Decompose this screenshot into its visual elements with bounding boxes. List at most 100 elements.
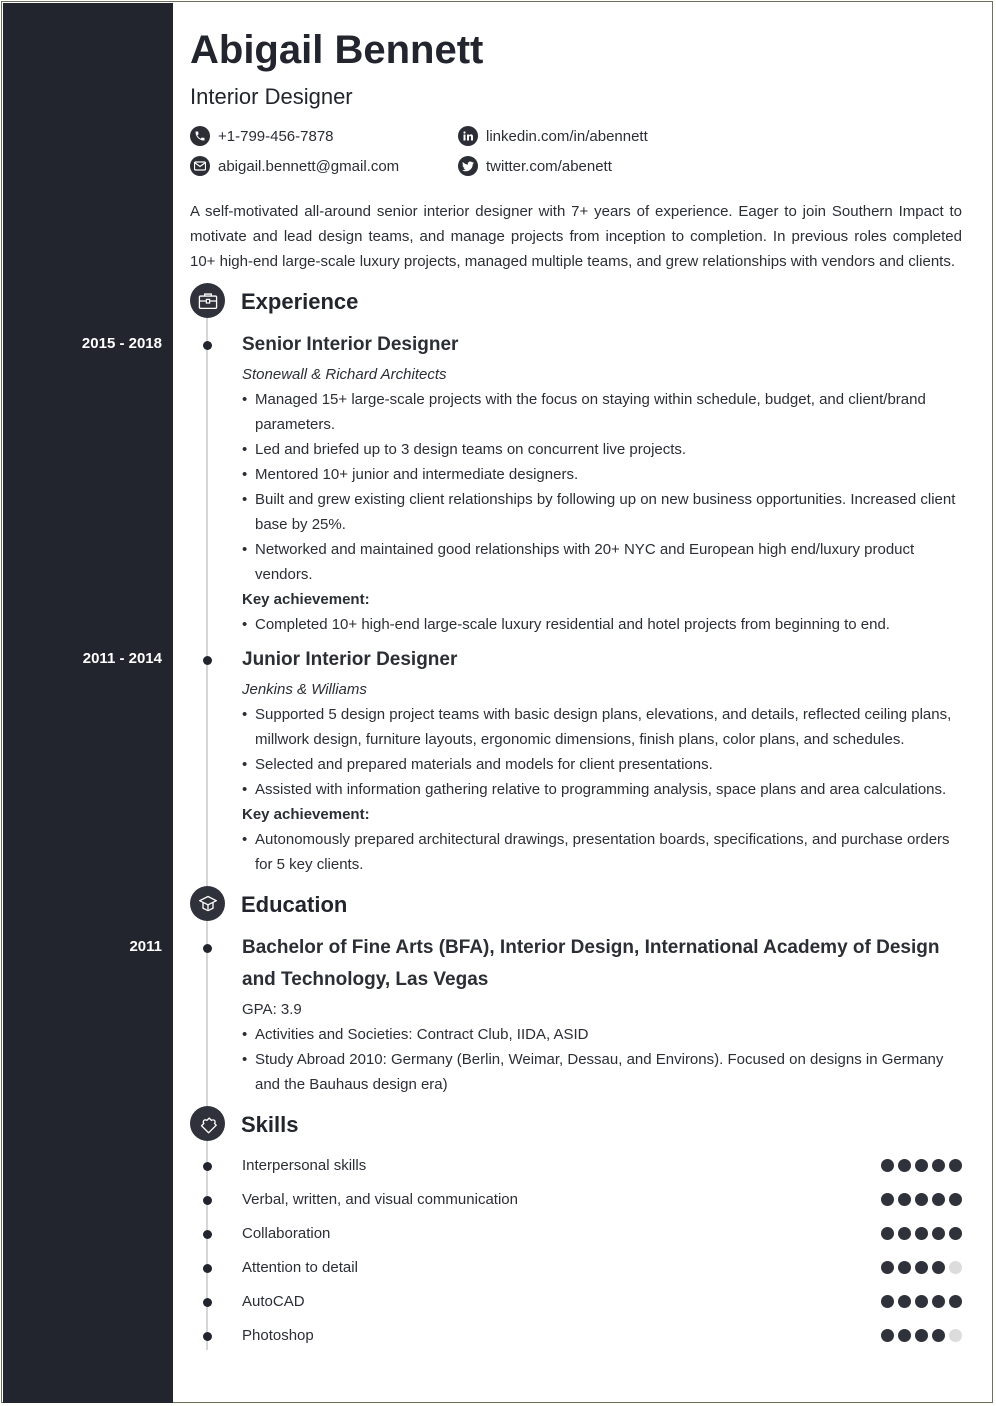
list-item: Networked and maintained good relationsh… xyxy=(242,537,962,587)
gpa: GPA: 3.9 xyxy=(242,1001,302,1018)
rating-dot-filled xyxy=(881,1159,894,1172)
rating-dot-filled xyxy=(898,1295,911,1308)
skill-rating xyxy=(881,1329,962,1342)
contact-linkedin: linkedin.com/in/abennett xyxy=(458,126,648,146)
job-title: Junior Interior Designer xyxy=(242,649,458,670)
skill-rating xyxy=(881,1159,962,1172)
rating-dot-filled xyxy=(932,1329,945,1342)
twitter-link[interactable]: twitter.com/abenett xyxy=(486,158,612,175)
rating-dot-filled xyxy=(915,1295,928,1308)
job-dates: 2011 - 2014 xyxy=(82,650,162,667)
graduation-cap-icon xyxy=(190,886,225,921)
skill-name: Photoshop xyxy=(242,1327,314,1344)
timeline-dot xyxy=(203,944,212,953)
timeline-dot xyxy=(203,1196,212,1205)
rating-dot-filled xyxy=(881,1261,894,1274)
sidebar xyxy=(3,3,173,1403)
rating-dot-filled xyxy=(915,1159,928,1172)
rating-dot-filled xyxy=(915,1329,928,1342)
list-item: Managed 15+ large-scale projects with th… xyxy=(242,387,962,437)
job-title: Senior Interior Designer xyxy=(242,334,459,355)
briefcase-icon xyxy=(190,283,225,318)
email-link[interactable]: abigail.bennett@gmail.com xyxy=(218,158,399,175)
list-item: Mentored 10+ junior and intermediate des… xyxy=(242,462,962,487)
phone-text[interactable]: +1-799-456-7878 xyxy=(218,128,334,145)
timeline-dot xyxy=(203,1162,212,1171)
skill-name: Collaboration xyxy=(242,1225,331,1242)
rating-dot-filled xyxy=(881,1227,894,1240)
timeline-line xyxy=(206,300,208,1350)
rating-dot-empty xyxy=(949,1261,962,1274)
list-item: Selected and prepared materials and mode… xyxy=(242,752,962,777)
contact-phone: +1-799-456-7878 xyxy=(190,126,334,146)
job-title-heading: Interior Designer xyxy=(190,84,353,109)
email-icon xyxy=(190,156,210,176)
list-item: Completed 10+ high-end large-scale luxur… xyxy=(242,612,962,637)
degree-title: Bachelor of Fine Arts (BFA), Interior De… xyxy=(242,937,940,990)
list-item: Study Abroad 2010: Germany (Berlin, Weim… xyxy=(242,1047,962,1097)
rating-dot-filled xyxy=(932,1193,945,1206)
list-item: Built and grew existing client relations… xyxy=(242,487,962,537)
rating-dot-filled xyxy=(915,1227,928,1240)
rating-dot-filled xyxy=(898,1193,911,1206)
timeline-dot xyxy=(203,1264,212,1273)
job-bullets: Managed 15+ large-scale projects with th… xyxy=(242,387,962,587)
key-achievement-bullets: Autonomously prepared architectural draw… xyxy=(242,827,962,877)
rating-dot-filled xyxy=(932,1295,945,1308)
skill-name: Verbal, written, and visual communicatio… xyxy=(242,1191,518,1208)
timeline-dot xyxy=(203,1332,212,1341)
list-item: Activities and Societies: Contract Club,… xyxy=(242,1022,962,1047)
skill-rating xyxy=(881,1261,962,1274)
timeline-dot xyxy=(203,1230,212,1239)
summary-paragraph: A self-motivated all-around senior inter… xyxy=(190,203,962,270)
rating-dot-filled xyxy=(932,1261,945,1274)
section-title-education: Education xyxy=(241,892,348,917)
company-name: Stonewall & Richard Architects xyxy=(242,366,447,383)
linkedin-icon xyxy=(458,126,478,146)
rating-dot-filled xyxy=(949,1227,962,1240)
education-bullets: Activities and Societies: Contract Club,… xyxy=(242,1022,962,1097)
skill-rating xyxy=(881,1227,962,1240)
list-item: Autonomously prepared architectural draw… xyxy=(242,827,962,877)
rating-dot-filled xyxy=(932,1159,945,1172)
timeline-dot xyxy=(203,1298,212,1307)
rating-dot-filled xyxy=(898,1159,911,1172)
key-achievement-label: Key achievement: xyxy=(242,806,370,823)
timeline-dot xyxy=(203,656,212,665)
skill-name: Interpersonal skills xyxy=(242,1157,367,1174)
section-title-experience: Experience xyxy=(241,289,359,314)
skill-rating xyxy=(881,1295,962,1308)
list-item: Assisted with information gathering rela… xyxy=(242,777,962,802)
rating-dot-empty xyxy=(949,1329,962,1342)
phone-icon xyxy=(190,126,210,146)
job-bullets: Supported 5 design project teams with ba… xyxy=(242,702,962,802)
rating-dot-filled xyxy=(898,1329,911,1342)
linkedin-link[interactable]: linkedin.com/in/abennett xyxy=(486,128,648,145)
rating-dot-filled xyxy=(949,1159,962,1172)
section-title-skills: Skills xyxy=(241,1112,299,1137)
rating-dot-filled xyxy=(898,1227,911,1240)
company-name: Jenkins & Williams xyxy=(242,681,367,698)
puzzle-piece-icon xyxy=(190,1106,225,1141)
skill-rating xyxy=(881,1193,962,1206)
skill-name: Attention to detail xyxy=(242,1259,358,1276)
rating-dot-filled xyxy=(881,1193,894,1206)
contact-twitter: twitter.com/abenett xyxy=(458,156,612,176)
education-dates: 2011 xyxy=(129,938,162,955)
rating-dot-filled xyxy=(949,1193,962,1206)
skill-name: AutoCAD xyxy=(242,1293,305,1310)
job-dates: 2015 - 2018 xyxy=(81,335,162,352)
rating-dot-filled xyxy=(881,1329,894,1342)
list-item: Supported 5 design project teams with ba… xyxy=(242,702,962,752)
rating-dot-filled xyxy=(949,1295,962,1308)
timeline-dot xyxy=(203,341,212,350)
rating-dot-filled xyxy=(932,1227,945,1240)
contact-email: abigail.bennett@gmail.com xyxy=(190,156,399,176)
list-item: Led and briefed up to 3 design teams on … xyxy=(242,437,962,462)
rating-dot-filled xyxy=(881,1295,894,1308)
rating-dot-filled xyxy=(915,1193,928,1206)
key-achievement-bullets: Completed 10+ high-end large-scale luxur… xyxy=(242,612,962,637)
candidate-name: Abigail Bennett xyxy=(190,28,484,72)
rating-dot-filled xyxy=(915,1261,928,1274)
twitter-icon xyxy=(458,156,478,176)
